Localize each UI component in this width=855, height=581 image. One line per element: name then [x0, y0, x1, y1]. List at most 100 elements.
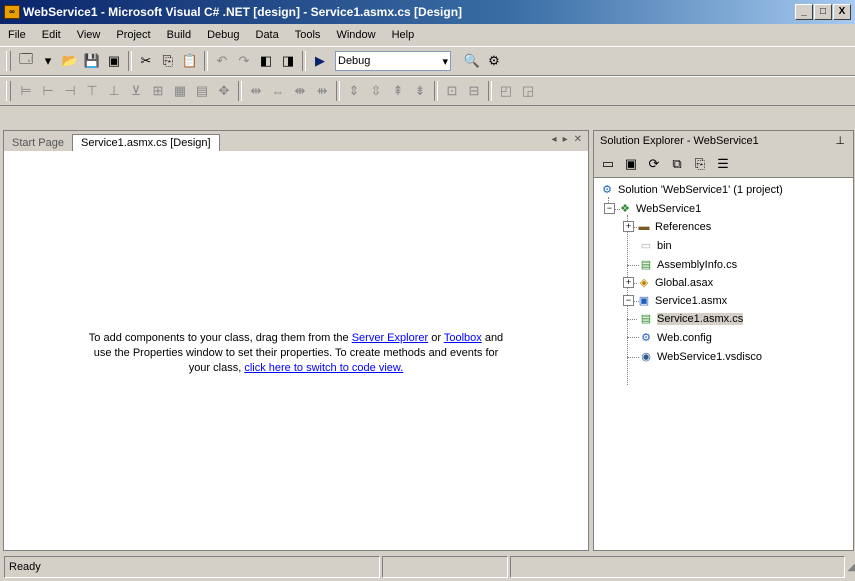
global-asax-icon: ◈	[639, 277, 649, 289]
center-horizontally-icon[interactable]: ⊡	[441, 80, 463, 102]
menu-build[interactable]: Build	[159, 29, 199, 41]
equal-vspace-icon[interactable]: ⇟	[409, 80, 431, 102]
menu-project[interactable]: Project	[108, 29, 158, 41]
equal-hspace-icon[interactable]: ⇻	[311, 80, 333, 102]
copy-icon[interactable]: ⎘	[157, 50, 179, 72]
toolbar-separator	[128, 51, 132, 71]
menu-window[interactable]: Window	[328, 29, 383, 41]
tree-item-references[interactable]: + ▬ References	[623, 218, 711, 235]
open-file-icon[interactable]: 📂	[59, 50, 81, 72]
maximize-button[interactable]: □	[814, 4, 832, 20]
redo-icon[interactable]: ↷	[233, 50, 255, 72]
align-lefts-icon[interactable]: ⊨	[15, 80, 37, 102]
folder-icon: ▭	[640, 240, 652, 252]
toolbar-grip[interactable]	[6, 51, 11, 71]
resize-grip-icon[interactable]: ◢	[847, 562, 855, 573]
menu-edit[interactable]: Edit	[34, 29, 69, 41]
tab-start-page[interactable]: Start Page	[4, 135, 72, 151]
tree-item-web-config[interactable]: ⚙ Web.config	[639, 329, 712, 346]
menu-file[interactable]: File	[0, 29, 34, 41]
paste-icon[interactable]: 📋	[179, 50, 201, 72]
pin-icon[interactable]: ⊥	[835, 134, 845, 147]
align-rights-icon[interactable]: ⊣	[59, 80, 81, 102]
solution-explorer-icon[interactable]: ⚙	[483, 50, 505, 72]
increase-hspace-icon[interactable]: ⇹	[245, 80, 267, 102]
collapse-icon[interactable]: −	[623, 295, 634, 306]
status-text: Ready	[4, 556, 380, 578]
vs-app-icon[interactable]: ∞	[4, 5, 20, 19]
horizontal-spacing-icon[interactable]: ✥	[213, 80, 235, 102]
status-panel	[509, 556, 846, 578]
size-to-grid-icon[interactable]: ▤	[191, 80, 213, 102]
tree-item-solution[interactable]: ⚙ Solution 'WebService1' (1 project)	[600, 181, 783, 198]
view-code-icon[interactable]: ▭	[598, 154, 618, 174]
menu-bar: File Edit View Project Build Debug Data …	[0, 24, 855, 46]
tree-item-global-asax[interactable]: + ◈ Global.asax	[623, 274, 713, 291]
menu-tools[interactable]: Tools	[287, 29, 329, 41]
toolbar-grip[interactable]	[6, 81, 11, 101]
tree-item-assemblyinfo[interactable]: ▤ AssemblyInfo.cs	[639, 256, 737, 273]
nav-forward-icon[interactable]: ◨	[277, 50, 299, 72]
decrease-vspace-icon[interactable]: ⇳	[365, 80, 387, 102]
standard-toolbar: 🗔 ▾ 📂 💾 ▣ ✂ ⎘ 📋 ↶ ↷ ◧ ◨ ▶ Debug ▾ 🔍 ⚙	[0, 46, 855, 76]
send-to-back-icon[interactable]: ◲	[517, 80, 539, 102]
view-designer-icon[interactable]: ▣	[621, 154, 641, 174]
start-debug-icon[interactable]: ▶	[309, 50, 331, 72]
toolbar-separator	[238, 81, 242, 101]
minimize-button[interactable]: _	[795, 4, 813, 20]
add-item-icon[interactable]: ▾	[37, 50, 59, 72]
collapse-icon[interactable]: −	[604, 203, 615, 214]
toolbox-link[interactable]: Toolbox	[444, 332, 482, 344]
toolbar-separator	[302, 51, 306, 71]
menu-help[interactable]: Help	[384, 29, 423, 41]
find-icon[interactable]: 🔍	[461, 50, 483, 72]
align-to-grid-icon[interactable]: ⊞	[147, 80, 169, 102]
menu-debug[interactable]: Debug	[199, 29, 247, 41]
menu-view[interactable]: View	[69, 29, 109, 41]
save-all-icon[interactable]: ▣	[103, 50, 125, 72]
tree-item-service1-asmx[interactable]: − ▣ Service1.asmx	[623, 292, 727, 309]
title-bar: ∞ WebService1 - Microsoft Visual C# .NET…	[0, 0, 855, 24]
undo-icon[interactable]: ↶	[211, 50, 233, 72]
increase-vspace-icon[interactable]: ⇕	[343, 80, 365, 102]
copy-project-icon[interactable]: ⎘	[690, 154, 710, 174]
refresh-icon[interactable]: ⟳	[644, 154, 664, 174]
align-tops-icon[interactable]: ⊤	[81, 80, 103, 102]
references-icon: ▬	[638, 220, 650, 233]
code-view-link[interactable]: click here to switch to code view.	[244, 362, 403, 374]
server-explorer-link[interactable]: Server Explorer	[352, 332, 428, 344]
properties-icon[interactable]: ☰	[713, 154, 733, 174]
align-centers-icon[interactable]: ⊢	[37, 80, 59, 102]
tree-item-service1-asmx-cs[interactable]: ▤ Service1.asmx.cs	[639, 310, 744, 327]
tree-item-vsdisco[interactable]: ◉ WebService1.vsdisco	[639, 348, 762, 365]
designer-pane: Start Page Service1.asmx.cs [Design] ◂ ▸…	[3, 130, 589, 551]
save-icon[interactable]: 💾	[81, 50, 103, 72]
new-project-icon[interactable]: 🗔	[15, 50, 37, 72]
solution-tree: ⚙ Solution 'WebService1' (1 project) − ❖…	[594, 181, 853, 550]
expand-icon[interactable]: +	[623, 221, 634, 232]
bring-to-front-icon[interactable]: ◰	[495, 80, 517, 102]
tab-service1-design[interactable]: Service1.asmx.cs [Design]	[71, 134, 220, 151]
tree-item-project[interactable]: − ❖ WebService1	[604, 200, 701, 217]
close-document-icon[interactable]: ✕	[574, 134, 582, 145]
cut-icon[interactable]: ✂	[135, 50, 157, 72]
decrease-hspace-icon[interactable]: ⇔	[267, 80, 289, 102]
nav-back-icon[interactable]: ◧	[255, 50, 277, 72]
message-text: use the Properties window to set their p…	[93, 347, 499, 359]
center-vertically-icon[interactable]: ⊟	[463, 80, 485, 102]
make-same-size-icon[interactable]: ▦	[169, 80, 191, 102]
close-button[interactable]: X	[833, 4, 851, 20]
menu-data[interactable]: Data	[248, 29, 287, 41]
show-all-files-icon[interactable]: ⧉	[667, 154, 687, 174]
scroll-left-icon[interactable]: ◂	[552, 134, 557, 145]
align-middles-icon[interactable]: ⊥	[103, 80, 125, 102]
remove-hspace-icon[interactable]: ⇼	[289, 80, 311, 102]
expand-icon[interactable]: +	[623, 277, 634, 288]
status-panel	[381, 556, 508, 578]
remove-vspace-icon[interactable]: ⇞	[387, 80, 409, 102]
align-bottoms-icon[interactable]: ⊻	[125, 80, 147, 102]
scroll-right-icon[interactable]: ▸	[563, 134, 568, 145]
message-text: your class,	[188, 362, 245, 374]
solution-configuration-select[interactable]: Debug ▾	[335, 51, 451, 71]
tree-item-bin[interactable]: ▭ bin	[639, 237, 672, 254]
